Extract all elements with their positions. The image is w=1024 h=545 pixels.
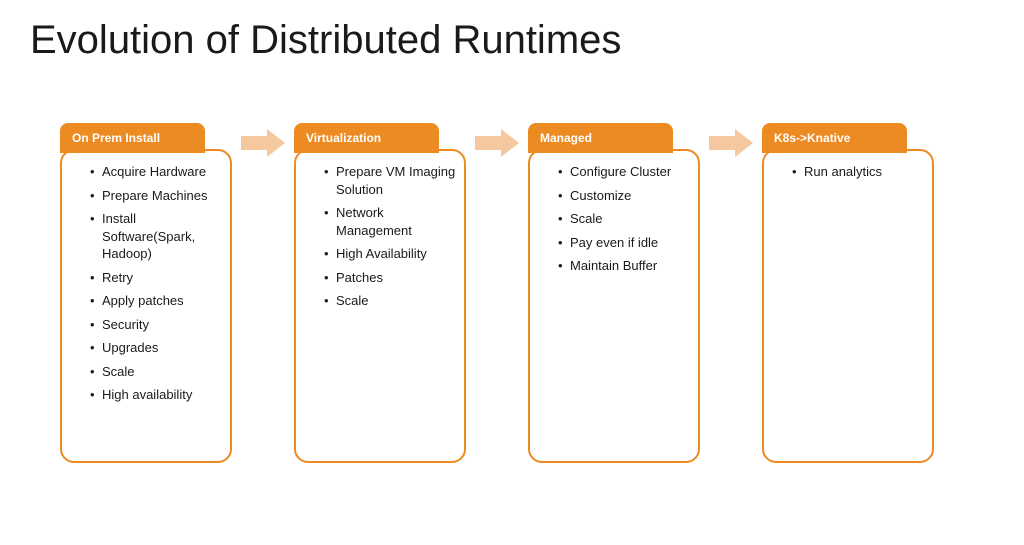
phase-managed: Managed Configure Cluster Customize Scal…: [528, 123, 700, 463]
list-item: High Availability: [324, 245, 458, 263]
list-item: Network Management: [324, 204, 458, 239]
phase-virtualization: Virtualization Prepare VM Imaging Soluti…: [294, 123, 466, 463]
list-item: Prepare Machines: [90, 187, 224, 205]
phase-body-k8s-knative: Run analytics: [762, 149, 934, 463]
list-item: Retry: [90, 269, 224, 287]
list-item: Maintain Buffer: [558, 257, 692, 275]
list-item: High availability: [90, 386, 224, 404]
phase-k8s-knative: K8s->Knative Run analytics: [762, 123, 934, 463]
list-item: Patches: [324, 269, 458, 287]
phase-on-prem: On Prem Install Acquire Hardware Prepare…: [60, 123, 232, 463]
list-item: Install Software(Spark, Hadoop): [90, 210, 224, 263]
list-item: Run analytics: [792, 163, 926, 181]
list-item: Pay even if idle: [558, 234, 692, 252]
list-item: Security: [90, 316, 224, 334]
list-item: Prepare VM Imaging Solution: [324, 163, 458, 198]
arrow-icon: [466, 123, 528, 157]
list-item: Customize: [558, 187, 692, 205]
page-title: Evolution of Distributed Runtimes: [0, 0, 1024, 63]
list-item: Upgrades: [90, 339, 224, 357]
arrow-icon: [232, 123, 294, 157]
arrow-icon: [700, 123, 762, 157]
list-item: Acquire Hardware: [90, 163, 224, 181]
evolution-diagram: On Prem Install Acquire Hardware Prepare…: [0, 63, 1024, 463]
list-item: Scale: [558, 210, 692, 228]
list-item: Scale: [90, 363, 224, 381]
phase-body-on-prem: Acquire Hardware Prepare Machines Instal…: [60, 149, 232, 463]
list-item: Configure Cluster: [558, 163, 692, 181]
list-item: Apply patches: [90, 292, 224, 310]
phase-body-virtualization: Prepare VM Imaging Solution Network Mana…: [294, 149, 466, 463]
phase-body-managed: Configure Cluster Customize Scale Pay ev…: [528, 149, 700, 463]
list-item: Scale: [324, 292, 458, 310]
